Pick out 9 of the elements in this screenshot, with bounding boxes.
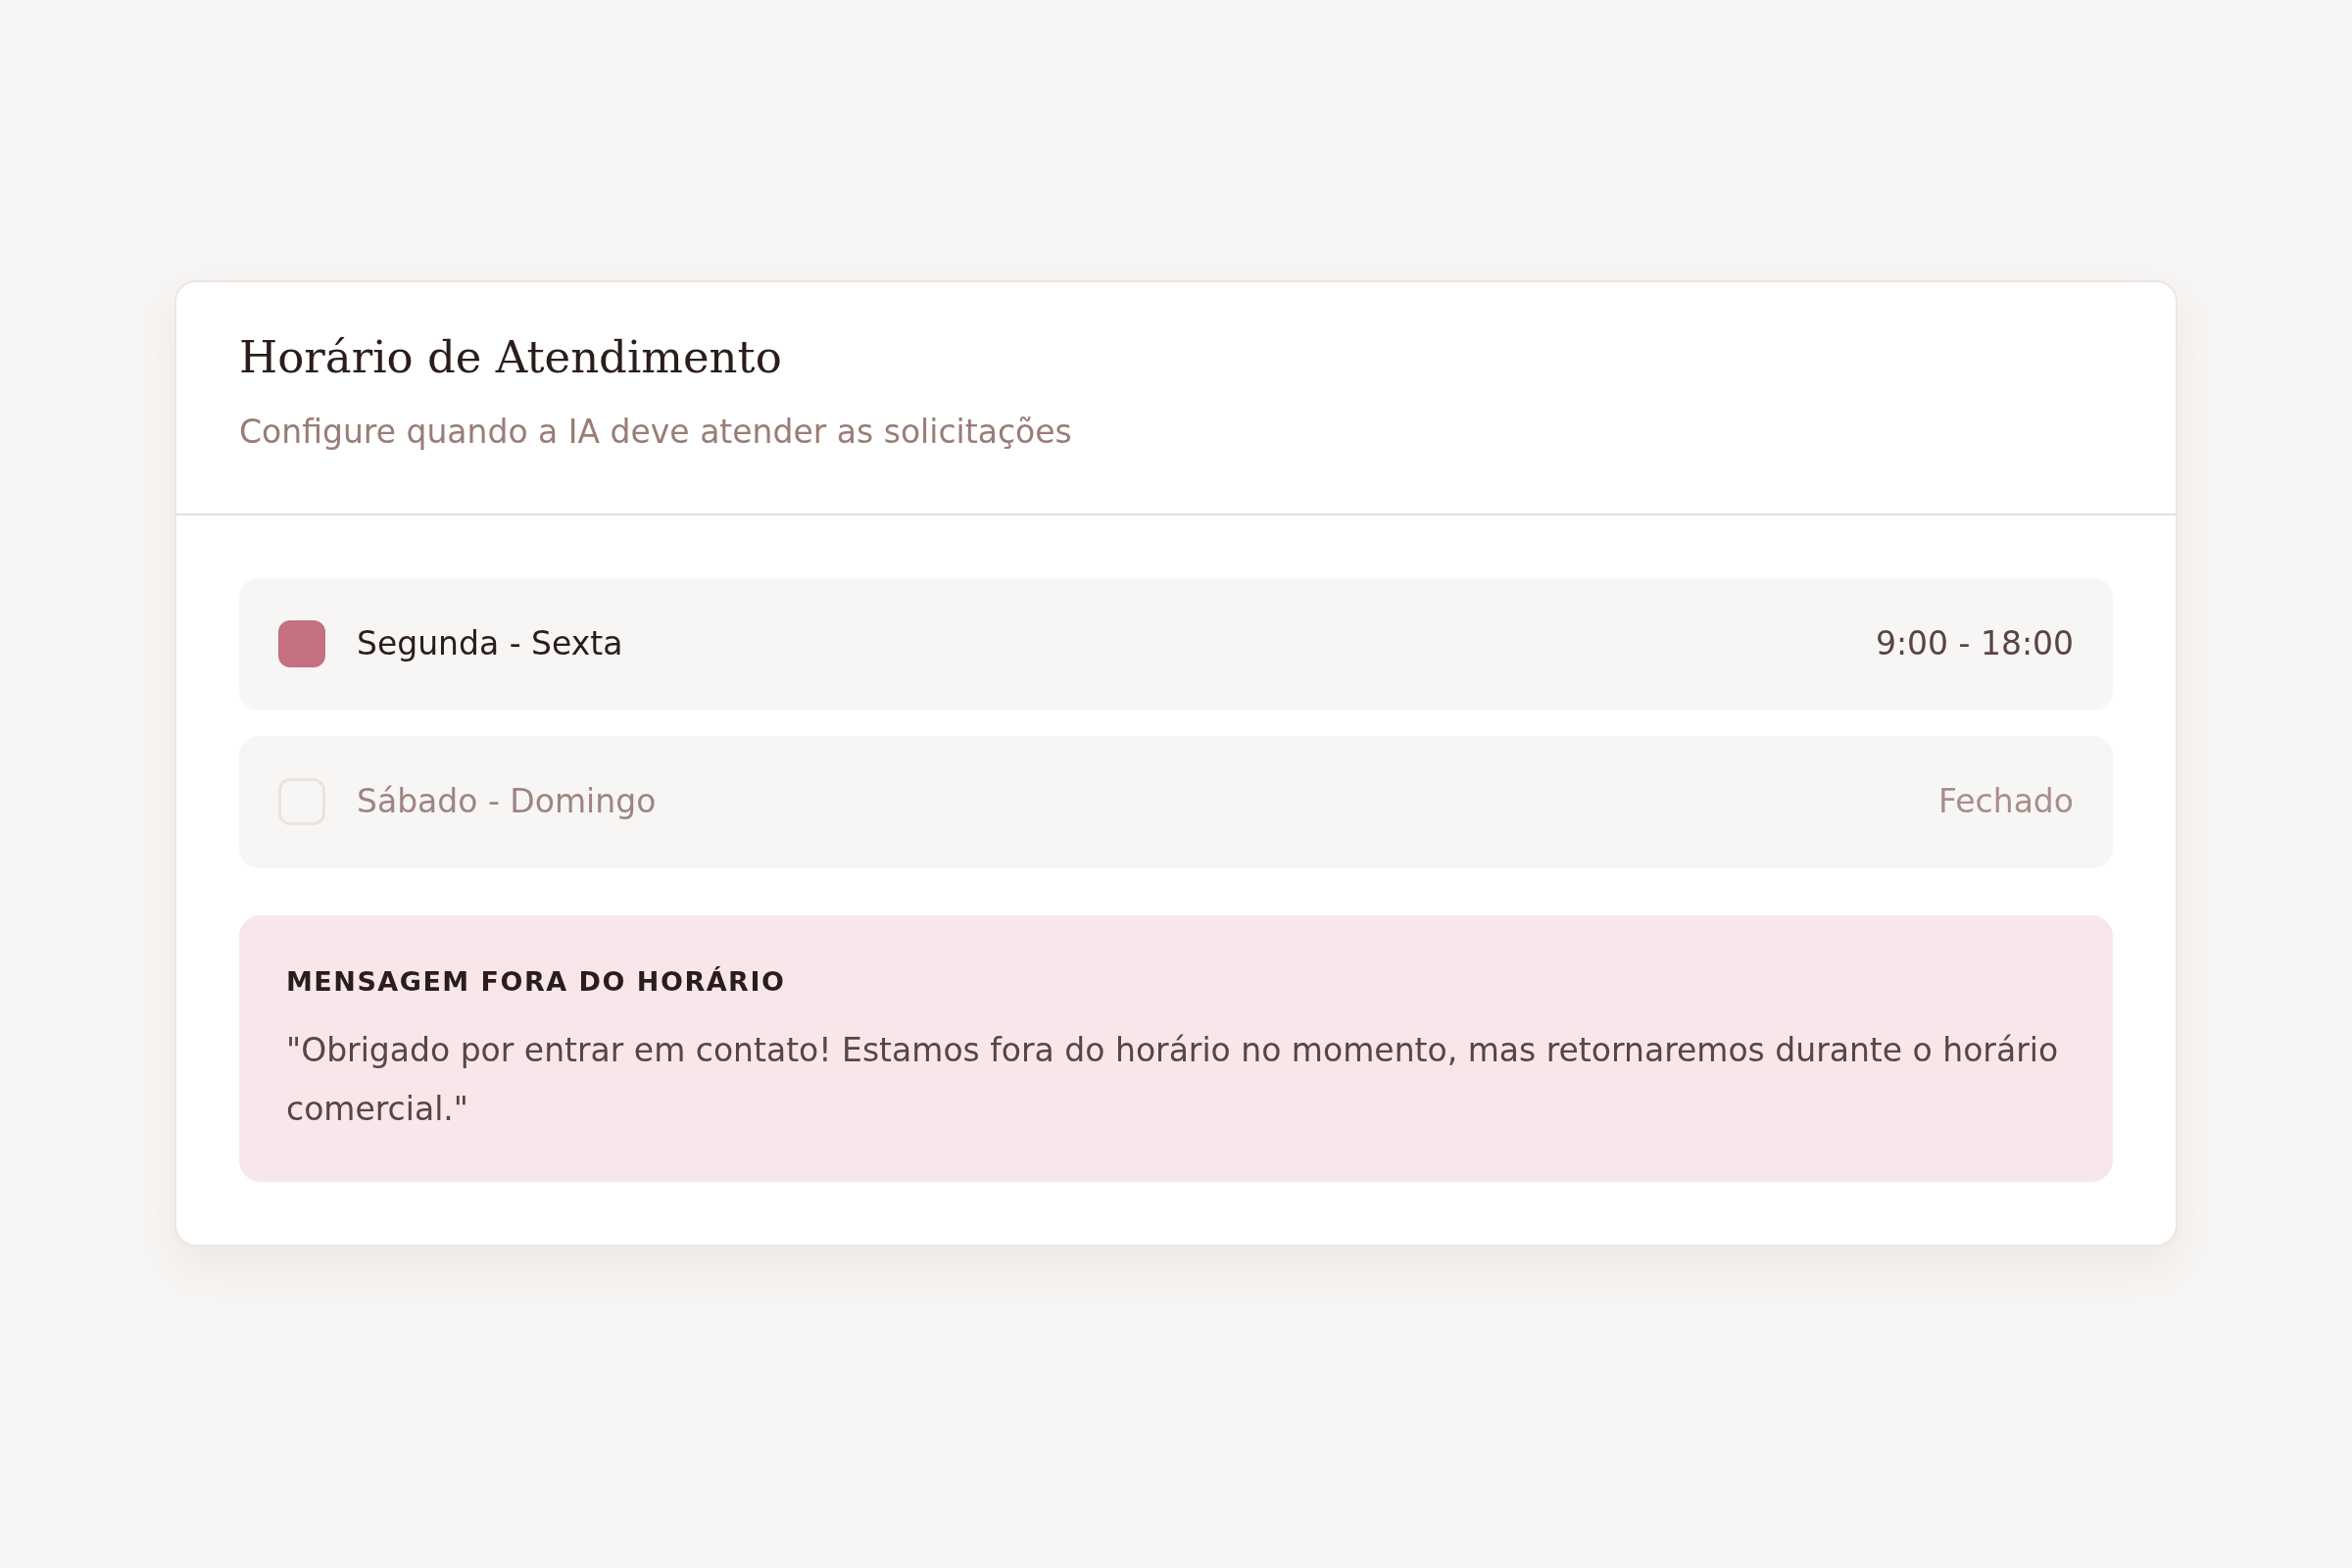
- message-heading: MENSAGEM FORA DO HORÁRIO: [286, 964, 787, 999]
- hours-text: Fechado: [1938, 781, 2074, 823]
- day-range-label: Sábado - Domingo: [357, 781, 657, 823]
- day-range-label: Segunda - Sexta: [357, 623, 623, 665]
- card-subtitle: Configure quando a IA deve atender as solicitações: [239, 412, 1073, 453]
- card-title: Horário de Atendimento: [239, 331, 783, 384]
- checkbox[interactable]: [278, 620, 325, 667]
- message-text: "Obrigado por entrar em contato! Estamos fora do horário no momento, mas retornaremos durante o horário comercial.": [286, 1030, 2060, 1130]
- hours-text: 9:00 - 18:00: [1875, 623, 2074, 665]
